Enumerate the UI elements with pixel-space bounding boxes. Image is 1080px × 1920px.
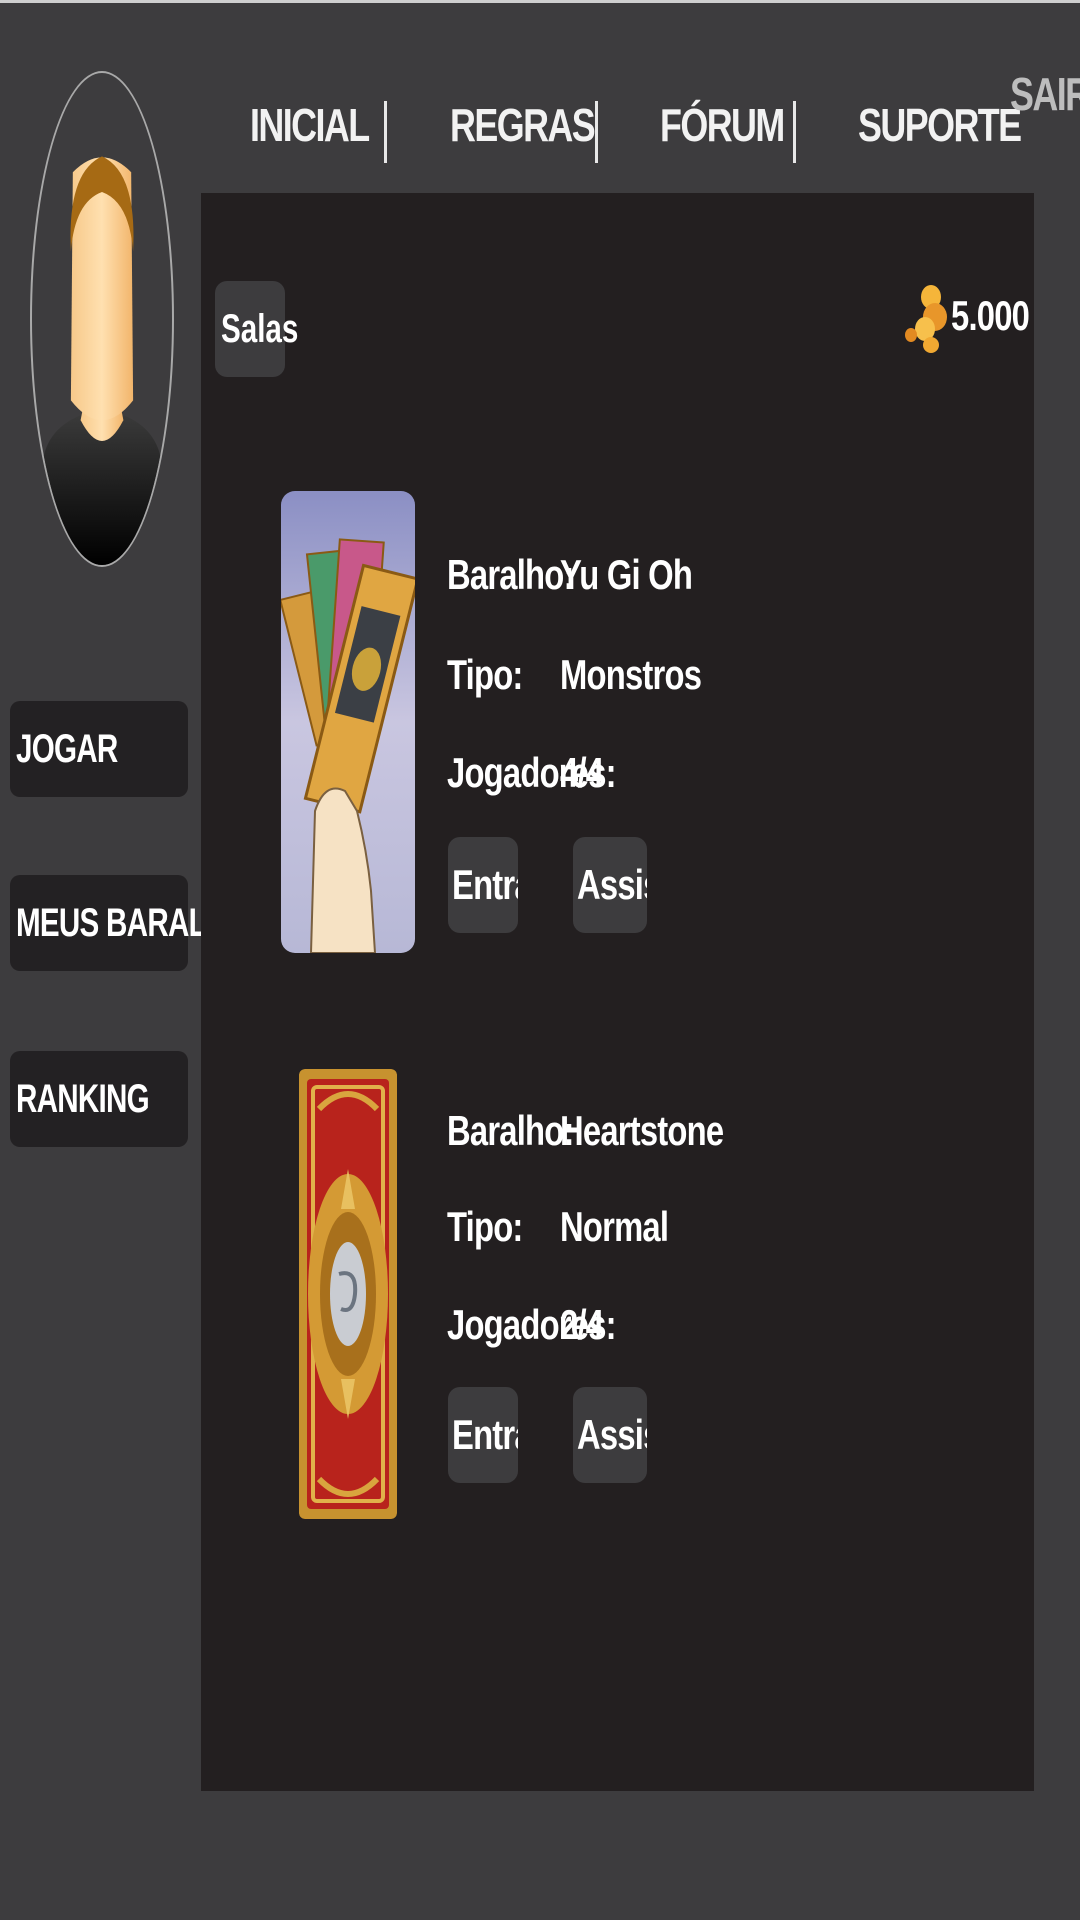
logout-button[interactable]: SAIR: [1010, 67, 1080, 121]
nav-suporte[interactable]: SUPORTE: [858, 95, 1022, 155]
user-avatar-icon: [41, 156, 163, 565]
deck-label: Baralho:: [447, 1107, 574, 1154]
type-label: Tipo:: [447, 651, 523, 698]
sidebar-item-label: JOGAR: [16, 727, 118, 771]
room-card: Baralho: Heartstone Tipo: Normal Jogador…: [201, 1069, 1034, 1539]
deck-label: Baralho:: [447, 551, 574, 598]
watch-room-button[interactable]: Assistir: [573, 1387, 647, 1483]
app-frame: INICIAL REGRAS FÓRUM SUPORTE SAIR JOGAR …: [0, 0, 1080, 1920]
nav-divider: [384, 101, 387, 163]
nav-inicial[interactable]: INICIAL: [250, 95, 370, 155]
room-card: Baralho: Yu Gi Oh Tipo: Monstros Jogador…: [201, 491, 1034, 961]
deck-value: Yu Gi Oh: [560, 551, 693, 598]
watch-room-button[interactable]: Assistir: [573, 837, 647, 933]
coins-icon: [905, 285, 947, 353]
enter-room-button[interactable]: Entrar: [448, 837, 518, 933]
coin-balance: 5.000: [903, 273, 1051, 359]
nav-divider: [793, 101, 796, 163]
deck-value: Heartstone: [560, 1107, 724, 1154]
type-value: Normal: [560, 1203, 669, 1250]
players-value: 4/4: [560, 749, 604, 796]
players-value: 2/4: [560, 1301, 604, 1348]
section-title: Salas: [215, 281, 298, 377]
sidebar-item-ranking[interactable]: RANKING: [10, 1051, 188, 1147]
nav-regras[interactable]: REGRAS: [450, 95, 596, 155]
enter-room-button[interactable]: Entrar: [448, 1387, 518, 1483]
type-value: Monstros: [560, 651, 702, 698]
sidebar-item-meus-baralhos[interactable]: MEUS BARALHOS: [10, 875, 269, 971]
user-avatar[interactable]: [30, 71, 174, 567]
nav-divider: [595, 101, 598, 163]
sidebar-item-label: RANKING: [16, 1077, 150, 1121]
yugioh-cards-image: [281, 491, 415, 953]
nav-forum[interactable]: FÓRUM: [660, 95, 785, 155]
sidebar-item-jogar[interactable]: JOGAR: [10, 701, 188, 797]
hearthstone-card-back-image: [299, 1069, 397, 1519]
rooms-panel: Salas 5.000 Baralho: Yu Gi Oh Tipo: Mons…: [201, 193, 1034, 1791]
type-label: Tipo:: [447, 1203, 523, 1250]
coin-amount: 5.000: [951, 292, 1030, 339]
